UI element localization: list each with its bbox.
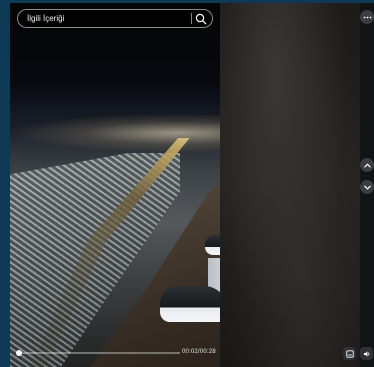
search-separator (191, 13, 192, 24)
captions-button[interactable] (343, 347, 356, 360)
search-icon[interactable] (195, 12, 207, 25)
more-button[interactable] (360, 10, 374, 24)
video-player[interactable]: İlgili İçeriği 00:02/00:28 (10, 3, 220, 367)
progress-bar[interactable] (16, 350, 180, 356)
shoe (160, 286, 220, 322)
search-label: İlgili İçeriği (27, 14, 65, 23)
blurred-background (220, 3, 360, 367)
chevron-up-icon (363, 163, 371, 168)
previous-video-button[interactable] (360, 158, 374, 172)
volume-icon (363, 350, 369, 357)
next-video-button[interactable] (360, 180, 374, 194)
shoe (205, 235, 220, 255)
search-bar[interactable]: İlgili İçeriği (17, 9, 213, 28)
city-lights (10, 113, 220, 153)
volume-button[interactable] (360, 347, 373, 360)
time-display: 00:02/00:28 (182, 349, 216, 355)
chevron-down-icon (363, 185, 371, 190)
more-dots-icon (363, 16, 371, 18)
captions-icon (345, 349, 354, 358)
